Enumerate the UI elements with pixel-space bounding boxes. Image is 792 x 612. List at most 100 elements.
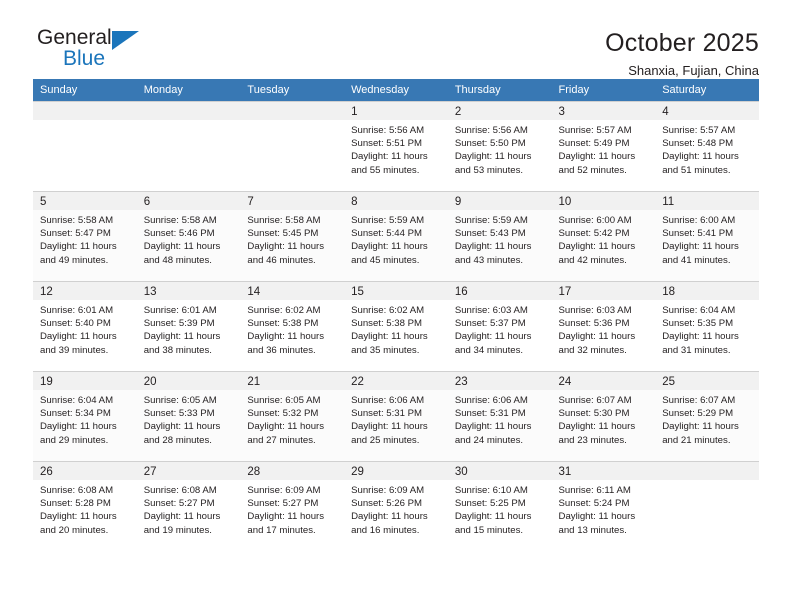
calendar-day-cell: 29 Sunrise: 6:09 AM Sunset: 5:26 PM Dayligh… <box>344 461 448 551</box>
day-number: 28 <box>240 462 345 480</box>
sunrise-text: Sunrise: 6:10 AM <box>454 485 528 496</box>
day-cell[interactable]: 11 Sunrise: 6:00 AM Sunset: 5:41 PM Dayligh… <box>655 191 759 281</box>
sunset-text: Sunset: 5:35 PM <box>662 318 734 330</box>
sunset-text: Sunset: 5:28 PM <box>40 498 111 510</box>
calendar-day-cell: 20 Sunrise: 6:05 AM Sunset: 5:33 PM Dayligh… <box>136 371 241 461</box>
day-cell[interactable]: 31 Sunrise: 6:11 AM Sunset: 5:24 PM Dayligh… <box>551 461 656 551</box>
daylight-text: Daylight: 11 hours and 16 minutes. <box>351 511 428 536</box>
sunrise-text: Sunrise: 6:03 AM <box>454 305 528 316</box>
day-cell[interactable]: 16 Sunrise: 6:03 AM Sunset: 5:37 PM Dayligh… <box>447 281 552 371</box>
day-cell[interactable]: 25 Sunrise: 6:07 AM Sunset: 5:29 PM Dayligh… <box>655 371 759 461</box>
calendar-page: General Blue October 2025 Shanxia, Fujia… <box>0 0 792 612</box>
day-info: Sunrise: 6:04 AM Sunset: 5:35 PM Daylight:… <box>655 300 759 357</box>
day-info: Sunrise: 6:11 AM Sunset: 5:24 PM Daylight:… <box>552 480 656 537</box>
calendar-week-row: 5 Sunrise: 5:58 AM Sunset: 5:47 PM Daylight… <box>33 191 759 281</box>
daylight-text: Daylight: 11 hours and 28 minutes. <box>143 421 221 446</box>
daylight-text: Daylight: 11 hours and 41 minutes. <box>662 241 739 266</box>
location-subtitle: Shanxia, Fujian, China <box>628 63 759 78</box>
day-number <box>136 102 241 120</box>
day-cell[interactable]: 20 Sunrise: 6:05 AM Sunset: 5:33 PM Dayligh… <box>136 371 241 461</box>
daylight-text: Daylight: 11 hours and 36 minutes. <box>247 331 325 356</box>
day-cell[interactable]: 13 Sunrise: 6:01 AM Sunset: 5:39 PM Dayligh… <box>136 281 241 371</box>
day-number: 1 <box>344 102 448 120</box>
day-cell[interactable]: 14 Sunrise: 6:02 AM Sunset: 5:38 PM Dayligh… <box>240 281 345 371</box>
sunrise-text: Sunrise: 6:05 AM <box>247 395 321 406</box>
calendar-day-cell: 7 Sunrise: 5:58 AM Sunset: 5:45 PM Daylight… <box>240 191 345 281</box>
day-number <box>33 102 137 120</box>
calendar-header-row: Sunday Monday Tuesday Wednesday Thursday… <box>33 79 759 101</box>
calendar-day-cell: 27 Sunrise: 6:08 AM Sunset: 5:27 PM Dayligh… <box>136 461 241 551</box>
day-cell[interactable]: 10 Sunrise: 6:00 AM Sunset: 5:42 PM Dayligh… <box>551 191 656 281</box>
day-cell[interactable]: 26 Sunrise: 6:08 AM Sunset: 5:28 PM Dayligh… <box>33 461 137 551</box>
day-cell[interactable]: 22 Sunrise: 6:06 AM Sunset: 5:31 PM Dayligh… <box>344 371 448 461</box>
weekday-header-sunday: Sunday <box>33 79 137 101</box>
generalblue-logo[interactable]: General Blue <box>33 26 167 78</box>
day-cell[interactable]: 30 Sunrise: 6:10 AM Sunset: 5:25 PM Dayligh… <box>447 461 552 551</box>
day-number: 22 <box>344 372 448 390</box>
sunset-text: Sunset: 5:38 PM <box>247 318 319 330</box>
day-cell[interactable]: 18 Sunrise: 6:04 AM Sunset: 5:35 PM Dayligh… <box>655 281 759 371</box>
daylight-text: Daylight: 11 hours and 35 minutes. <box>351 331 428 356</box>
day-cell-empty <box>655 461 759 551</box>
day-cell[interactable]: 24 Sunrise: 6:07 AM Sunset: 5:30 PM Dayligh… <box>551 371 656 461</box>
sunset-text: Sunset: 5:49 PM <box>558 138 630 150</box>
sunset-text: Sunset: 5:46 PM <box>143 228 215 240</box>
calendar-body: 1 Sunrise: 5:56 AM Sunset: 5:51 PM Daylight… <box>33 101 759 551</box>
daylight-text: Daylight: 11 hours and 27 minutes. <box>247 421 325 446</box>
sunrise-text: Sunrise: 6:00 AM <box>662 215 736 226</box>
sunset-text: Sunset: 5:45 PM <box>247 228 319 240</box>
day-cell[interactable]: 19 Sunrise: 6:04 AM Sunset: 5:34 PM Dayligh… <box>33 371 137 461</box>
sunset-text: Sunset: 5:40 PM <box>40 318 111 330</box>
calendar-day-cell: 21 Sunrise: 6:05 AM Sunset: 5:32 PM Dayligh… <box>240 371 345 461</box>
calendar-week-row: 1 Sunrise: 5:56 AM Sunset: 5:51 PM Daylight… <box>33 101 759 191</box>
day-cell[interactable]: 8 Sunrise: 5:59 AM Sunset: 5:44 PM Daylight… <box>344 191 448 281</box>
day-cell[interactable]: 29 Sunrise: 6:09 AM Sunset: 5:26 PM Dayligh… <box>344 461 448 551</box>
sunset-text: Sunset: 5:47 PM <box>40 228 111 240</box>
calendar-day-cell <box>240 101 345 191</box>
calendar-day-cell: 19 Sunrise: 6:04 AM Sunset: 5:34 PM Dayligh… <box>33 371 137 461</box>
day-info: Sunrise: 5:58 AM Sunset: 5:47 PM Daylight:… <box>33 210 137 267</box>
day-cell[interactable]: 6 Sunrise: 5:58 AM Sunset: 5:46 PM Daylight… <box>136 191 241 281</box>
day-info: Sunrise: 6:06 AM Sunset: 5:31 PM Daylight:… <box>448 390 552 447</box>
day-number: 15 <box>344 282 448 300</box>
daylight-text: Daylight: 11 hours and 32 minutes. <box>558 331 636 356</box>
logo-text-blue: Blue <box>63 47 106 70</box>
sunrise-text: Sunrise: 6:01 AM <box>40 305 114 316</box>
sunset-text: Sunset: 5:39 PM <box>143 318 215 330</box>
day-info: Sunrise: 6:08 AM Sunset: 5:28 PM Daylight:… <box>33 480 137 537</box>
daylight-text: Daylight: 11 hours and 53 minutes. <box>454 151 532 176</box>
day-cell[interactable]: 3 Sunrise: 5:57 AM Sunset: 5:49 PM Daylight… <box>551 101 656 191</box>
calendar-day-cell: 26 Sunrise: 6:08 AM Sunset: 5:28 PM Dayligh… <box>33 461 137 551</box>
day-info: Sunrise: 5:56 AM Sunset: 5:50 PM Daylight:… <box>448 120 552 177</box>
day-cell[interactable]: 17 Sunrise: 6:03 AM Sunset: 5:36 PM Dayligh… <box>551 281 656 371</box>
day-cell[interactable]: 15 Sunrise: 6:02 AM Sunset: 5:38 PM Dayligh… <box>344 281 448 371</box>
calendar-day-cell: 11 Sunrise: 6:00 AM Sunset: 5:41 PM Dayligh… <box>655 191 759 281</box>
day-cell[interactable]: 5 Sunrise: 5:58 AM Sunset: 5:47 PM Daylight… <box>33 191 137 281</box>
sunrise-text: Sunrise: 5:57 AM <box>558 125 632 136</box>
sunrise-text: Sunrise: 6:06 AM <box>351 395 425 406</box>
day-cell[interactable]: 21 Sunrise: 6:05 AM Sunset: 5:32 PM Dayligh… <box>240 371 345 461</box>
sunset-text: Sunset: 5:31 PM <box>454 408 526 420</box>
day-number <box>655 462 759 480</box>
daylight-text: Daylight: 11 hours and 20 minutes. <box>40 511 117 536</box>
day-number: 10 <box>551 192 656 210</box>
day-cell[interactable]: 9 Sunrise: 5:59 AM Sunset: 5:43 PM Daylight… <box>447 191 552 281</box>
day-info: Sunrise: 5:57 AM Sunset: 5:49 PM Daylight:… <box>552 120 656 177</box>
daylight-text: Daylight: 11 hours and 39 minutes. <box>40 331 117 356</box>
page-header: General Blue October 2025 Shanxia, Fujia… <box>33 0 759 78</box>
day-cell[interactable]: 12 Sunrise: 6:01 AM Sunset: 5:40 PM Dayligh… <box>33 281 137 371</box>
day-info: Sunrise: 6:03 AM Sunset: 5:36 PM Daylight:… <box>552 300 656 357</box>
day-cell[interactable]: 28 Sunrise: 6:09 AM Sunset: 5:27 PM Dayligh… <box>240 461 345 551</box>
calendar-week-row: 19 Sunrise: 6:04 AM Sunset: 5:34 PM Dayligh… <box>33 371 759 461</box>
day-cell[interactable]: 2 Sunrise: 5:56 AM Sunset: 5:50 PM Daylight… <box>447 101 552 191</box>
sunrise-text: Sunrise: 5:58 AM <box>143 215 217 226</box>
calendar-day-cell: 22 Sunrise: 6:06 AM Sunset: 5:31 PM Dayligh… <box>344 371 448 461</box>
daylight-text: Daylight: 11 hours and 13 minutes. <box>558 511 636 536</box>
day-info: Sunrise: 6:06 AM Sunset: 5:31 PM Daylight:… <box>344 390 448 447</box>
day-cell[interactable]: 1 Sunrise: 5:56 AM Sunset: 5:51 PM Daylight… <box>344 101 448 191</box>
day-cell[interactable]: 23 Sunrise: 6:06 AM Sunset: 5:31 PM Dayligh… <box>447 371 552 461</box>
day-cell[interactable]: 27 Sunrise: 6:08 AM Sunset: 5:27 PM Dayligh… <box>136 461 241 551</box>
day-cell[interactable]: 7 Sunrise: 5:58 AM Sunset: 5:45 PM Daylight… <box>240 191 345 281</box>
day-cell[interactable]: 4 Sunrise: 5:57 AM Sunset: 5:48 PM Daylight… <box>655 101 759 191</box>
sunrise-text: Sunrise: 6:09 AM <box>351 485 425 496</box>
